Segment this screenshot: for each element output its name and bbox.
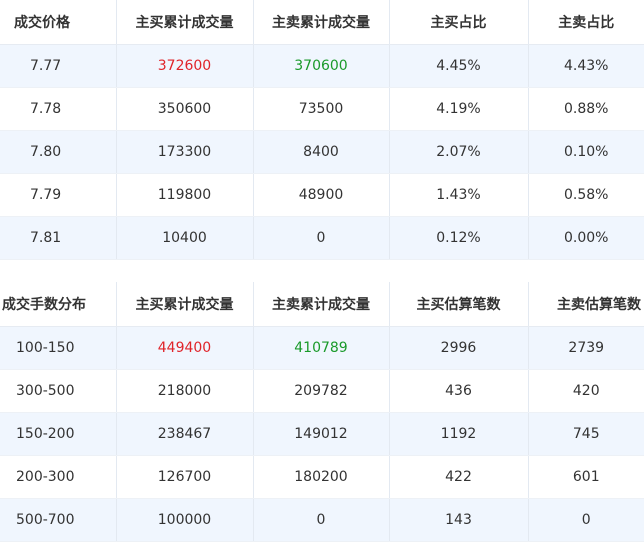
cell-buy-count: 2996 <box>389 326 529 370</box>
cell-lot-range: 500-700 <box>0 498 117 542</box>
cell-lot-range: 200-300 <box>0 455 117 499</box>
table-row: 300-500 218000 209782 436 420 <box>0 369 644 413</box>
cell-sell-count: 2739 <box>528 326 644 370</box>
cell-buy-volume: 372600 <box>116 44 254 88</box>
header-buy-count: 主买估算笔数 <box>389 282 529 327</box>
header-buy-ratio: 主买占比 <box>389 0 529 45</box>
cell-sell-volume: 180200 <box>253 455 390 499</box>
cell-buy-volume: 10400 <box>116 216 254 260</box>
table-row: 200-300 126700 180200 422 601 <box>0 455 644 499</box>
header-price: 成交价格 <box>0 0 117 45</box>
table-row: 7.80 173300 8400 2.07% 0.10% <box>0 130 644 174</box>
lot-size-distribution-table: 成交手数分布 主买累计成交量 主卖累计成交量 主买估算笔数 主卖估算笔数 100… <box>0 282 644 542</box>
cell-sell-ratio: 0.10% <box>528 130 644 174</box>
header-sell-volume: 主卖累计成交量 <box>253 0 390 45</box>
price-table-header-row: 成交价格 主买累计成交量 主卖累计成交量 主买占比 主卖占比 <box>0 0 644 45</box>
cell-price: 7.78 <box>0 87 117 131</box>
cell-sell-ratio: 0.58% <box>528 173 644 217</box>
cell-buy-count: 1192 <box>389 412 529 456</box>
cell-sell-ratio: 0.00% <box>528 216 644 260</box>
cell-buy-volume: 238467 <box>116 412 254 456</box>
price-distribution-table: 成交价格 主买累计成交量 主卖累计成交量 主买占比 主卖占比 7.77 3726… <box>0 0 644 260</box>
table-row: 7.81 10400 0 0.12% 0.00% <box>0 216 644 260</box>
cell-price: 7.80 <box>0 130 117 174</box>
cell-sell-volume: 0 <box>253 216 390 260</box>
cell-buy-ratio: 4.19% <box>389 87 529 131</box>
cell-sell-count: 0 <box>528 498 644 542</box>
table-row: 7.78 350600 73500 4.19% 0.88% <box>0 87 644 131</box>
cell-sell-volume: 48900 <box>253 173 390 217</box>
cell-buy-ratio: 0.12% <box>389 216 529 260</box>
header-sell-volume: 主卖累计成交量 <box>253 282 390 327</box>
cell-buy-volume: 350600 <box>116 87 254 131</box>
header-sell-ratio: 主卖占比 <box>528 0 644 45</box>
lot-table-header-row: 成交手数分布 主买累计成交量 主卖累计成交量 主买估算笔数 主卖估算笔数 <box>0 282 644 327</box>
cell-sell-count: 601 <box>528 455 644 499</box>
cell-sell-volume: 73500 <box>253 87 390 131</box>
cell-sell-ratio: 0.88% <box>528 87 644 131</box>
cell-lot-range: 300-500 <box>0 369 117 413</box>
cell-sell-ratio: 4.43% <box>528 44 644 88</box>
cell-sell-volume: 149012 <box>253 412 390 456</box>
cell-sell-volume: 209782 <box>253 369 390 413</box>
cell-buy-count: 422 <box>389 455 529 499</box>
cell-sell-volume: 0 <box>253 498 390 542</box>
cell-lot-range: 150-200 <box>0 412 117 456</box>
cell-buy-count: 143 <box>389 498 529 542</box>
price-table: 成交价格 主买累计成交量 主卖累计成交量 主买占比 主卖占比 7.77 3726… <box>0 0 644 260</box>
cell-sell-count: 420 <box>528 369 644 413</box>
cell-sell-volume: 8400 <box>253 130 390 174</box>
cell-price: 7.77 <box>0 44 117 88</box>
table-row: 100-150 449400 410789 2996 2739 <box>0 326 644 370</box>
header-buy-volume: 主买累计成交量 <box>116 0 254 45</box>
cell-buy-volume: 100000 <box>116 498 254 542</box>
cell-buy-ratio: 4.45% <box>389 44 529 88</box>
header-lot-range: 成交手数分布 <box>0 282 117 327</box>
cell-sell-volume: 410789 <box>253 326 390 370</box>
cell-buy-count: 436 <box>389 369 529 413</box>
cell-buy-volume: 126700 <box>116 455 254 499</box>
table-row: 7.77 372600 370600 4.45% 4.43% <box>0 44 644 88</box>
cell-sell-count: 745 <box>528 412 644 456</box>
header-sell-count: 主卖估算笔数 <box>528 282 644 327</box>
cell-price: 7.81 <box>0 216 117 260</box>
lot-table: 成交手数分布 主买累计成交量 主卖累计成交量 主买估算笔数 主卖估算笔数 100… <box>0 282 644 542</box>
cell-buy-volume: 218000 <box>116 369 254 413</box>
cell-lot-range: 100-150 <box>0 326 117 370</box>
table-row: 150-200 238467 149012 1192 745 <box>0 412 644 456</box>
table-row: 500-700 100000 0 143 0 <box>0 498 644 542</box>
table-row: 7.79 119800 48900 1.43% 0.58% <box>0 173 644 217</box>
cell-buy-ratio: 2.07% <box>389 130 529 174</box>
cell-price: 7.79 <box>0 173 117 217</box>
cell-buy-volume: 119800 <box>116 173 254 217</box>
cell-buy-volume: 449400 <box>116 326 254 370</box>
cell-buy-ratio: 1.43% <box>389 173 529 217</box>
cell-buy-volume: 173300 <box>116 130 254 174</box>
cell-sell-volume: 370600 <box>253 44 390 88</box>
header-buy-volume: 主买累计成交量 <box>116 282 254 327</box>
